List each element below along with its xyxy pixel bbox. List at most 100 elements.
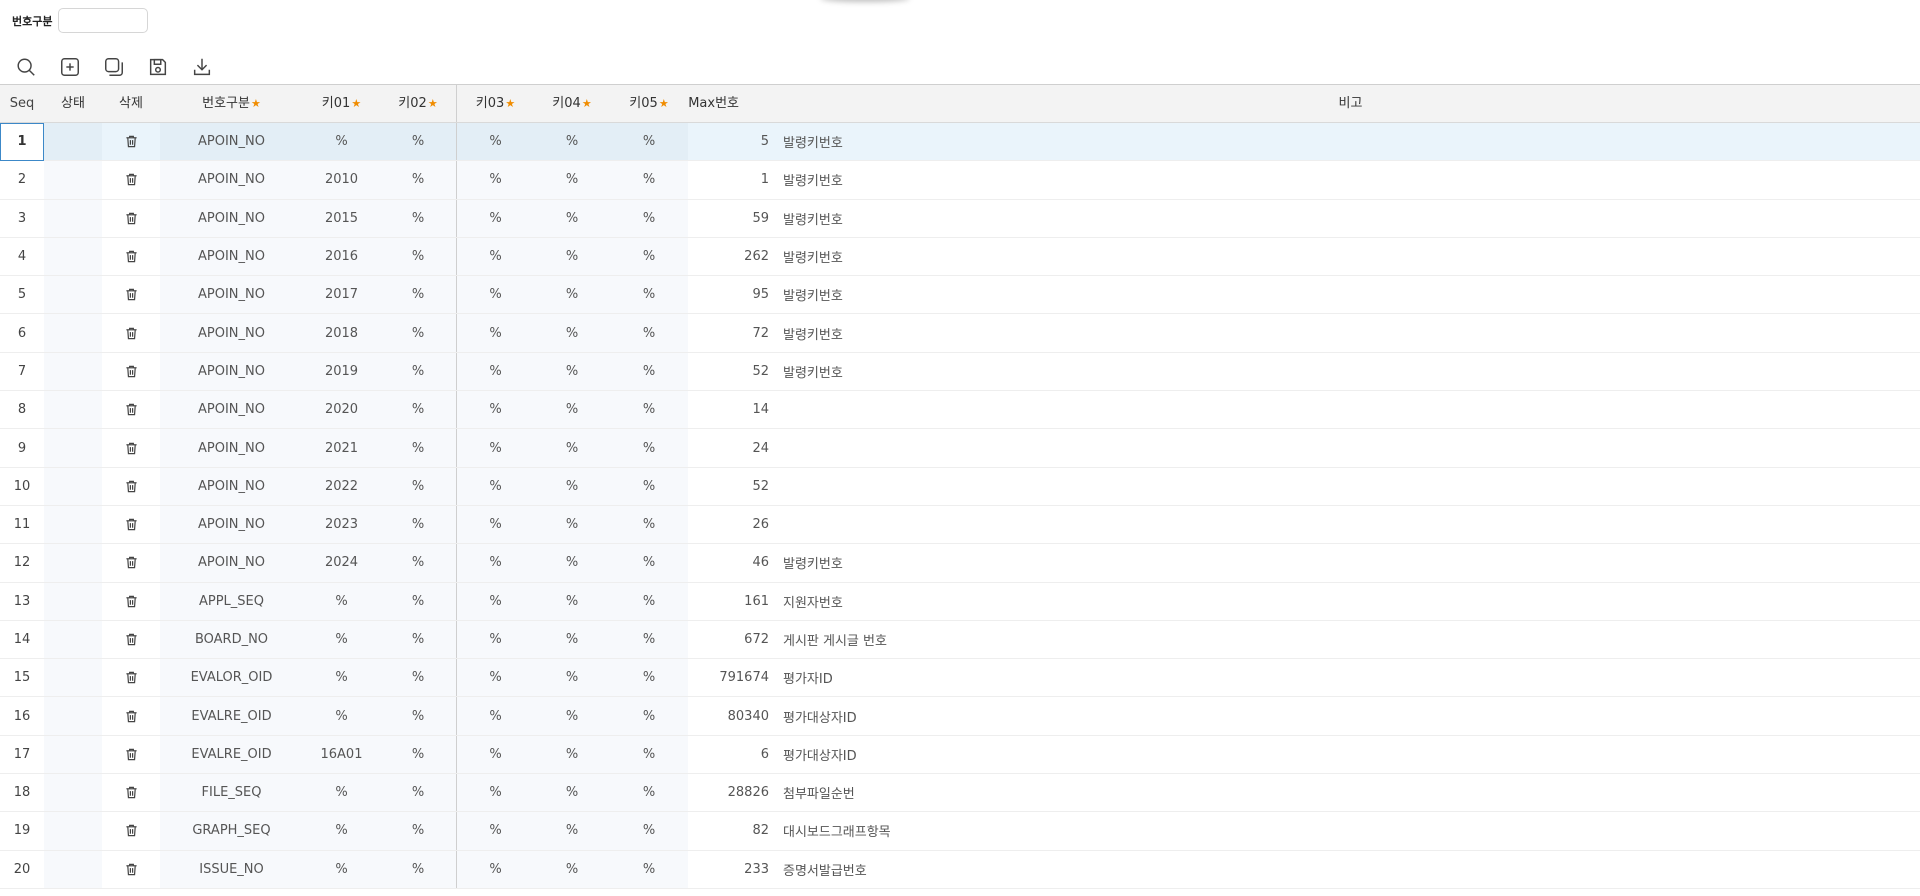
- note-cell[interactable]: 평가자ID: [781, 659, 1918, 696]
- seq-cell[interactable]: 19: [0, 812, 44, 849]
- table-row[interactable]: 3 APOIN_NO 2015 % % % % 59 발령키번호: [0, 199, 1920, 238]
- trash-icon[interactable]: [125, 135, 138, 148]
- seq-cell[interactable]: 12: [0, 544, 44, 581]
- state-cell[interactable]: [44, 123, 102, 161]
- max-number-cell[interactable]: 1: [688, 161, 781, 198]
- number-type-cell[interactable]: APOIN_NO: [160, 161, 303, 199]
- max-number-cell[interactable]: 672: [688, 621, 781, 658]
- key04-cell[interactable]: %: [534, 429, 610, 467]
- table-row[interactable]: 8 APOIN_NO 2020 % % % % 14: [0, 391, 1920, 430]
- column-header-key05[interactable]: 키05★: [610, 85, 688, 122]
- state-cell[interactable]: [44, 161, 102, 199]
- key02-cell[interactable]: %: [380, 123, 457, 161]
- column-header-delete[interactable]: 삭제: [102, 85, 160, 122]
- state-cell[interactable]: [44, 659, 102, 697]
- delete-cell[interactable]: [102, 544, 160, 581]
- max-number-cell[interactable]: 52: [688, 353, 781, 390]
- column-header-number-type[interactable]: 번호구분★: [160, 85, 303, 122]
- trash-icon[interactable]: [125, 710, 138, 723]
- trash-icon[interactable]: [125, 786, 138, 799]
- number-type-cell[interactable]: FILE_SEQ: [160, 774, 303, 812]
- key05-cell[interactable]: %: [610, 620, 688, 659]
- state-cell[interactable]: [44, 620, 102, 659]
- delete-cell[interactable]: [102, 123, 160, 160]
- note-cell[interactable]: 발령키번호: [781, 353, 1918, 390]
- max-number-cell[interactable]: 233: [688, 851, 781, 888]
- key02-cell[interactable]: %: [380, 812, 457, 850]
- trash-icon[interactable]: [125, 288, 138, 301]
- seq-cell[interactable]: 3: [0, 200, 44, 237]
- column-header-max-number[interactable]: Max번호: [688, 85, 781, 122]
- note-cell[interactable]: [781, 506, 1918, 543]
- key01-cell[interactable]: 2018: [303, 314, 380, 352]
- state-cell[interactable]: [44, 352, 102, 391]
- max-number-cell[interactable]: 26: [688, 506, 781, 543]
- trash-icon[interactable]: [125, 518, 138, 531]
- key05-cell[interactable]: %: [610, 582, 688, 620]
- key02-cell[interactable]: %: [380, 735, 457, 774]
- key01-cell[interactable]: %: [303, 582, 380, 620]
- key05-cell[interactable]: %: [610, 237, 688, 276]
- state-cell[interactable]: [44, 505, 102, 544]
- state-cell[interactable]: [44, 467, 102, 505]
- key05-cell[interactable]: %: [610, 161, 688, 199]
- key01-cell[interactable]: 2023: [303, 505, 380, 544]
- max-number-cell[interactable]: 95: [688, 276, 781, 313]
- seq-cell[interactable]: 11: [0, 506, 44, 543]
- note-cell[interactable]: 발령키번호: [781, 314, 1918, 351]
- note-cell[interactable]: 발령키번호: [781, 544, 1918, 581]
- number-type-cell[interactable]: ISSUE_NO: [160, 850, 303, 888]
- delete-cell[interactable]: [102, 659, 160, 696]
- key02-cell[interactable]: %: [380, 429, 457, 467]
- key04-cell[interactable]: %: [534, 352, 610, 391]
- key01-cell[interactable]: 2024: [303, 544, 380, 582]
- note-cell[interactable]: [781, 429, 1918, 466]
- delete-cell[interactable]: [102, 200, 160, 237]
- table-row[interactable]: 11 APOIN_NO 2023 % % % % 26: [0, 505, 1920, 545]
- key05-cell[interactable]: %: [610, 314, 688, 352]
- seq-cell[interactable]: 1: [0, 122, 44, 161]
- state-cell[interactable]: [44, 812, 102, 850]
- key03-cell[interactable]: %: [457, 467, 534, 505]
- key05-cell[interactable]: %: [610, 850, 688, 888]
- table-row[interactable]: 7 APOIN_NO 2019 % % % % 52 발령키번호: [0, 352, 1920, 392]
- trash-icon[interactable]: [125, 403, 138, 416]
- table-row[interactable]: 13 APPL_SEQ % % % % % 161 지원자번호: [0, 582, 1920, 621]
- delete-cell[interactable]: [102, 353, 160, 390]
- column-header-key03[interactable]: 키03★: [457, 85, 534, 122]
- max-number-cell[interactable]: 262: [688, 238, 781, 275]
- key03-cell[interactable]: %: [457, 735, 534, 774]
- trash-icon[interactable]: [125, 250, 138, 263]
- key03-cell[interactable]: %: [457, 697, 534, 735]
- seq-cell[interactable]: 17: [0, 736, 44, 773]
- delete-cell[interactable]: [102, 161, 160, 198]
- key02-cell[interactable]: %: [380, 199, 457, 237]
- trash-icon[interactable]: [125, 327, 138, 340]
- state-cell[interactable]: [44, 391, 102, 429]
- trash-icon[interactable]: [125, 633, 138, 646]
- trash-icon[interactable]: [125, 824, 138, 837]
- delete-cell[interactable]: [102, 506, 160, 543]
- table-row[interactable]: 5 APOIN_NO 2017 % % % % 95 발령키번호: [0, 276, 1920, 315]
- key02-cell[interactable]: %: [380, 544, 457, 582]
- key04-cell[interactable]: %: [534, 314, 610, 352]
- number-type-cell[interactable]: EVALRE_OID: [160, 735, 303, 774]
- key02-cell[interactable]: %: [380, 237, 457, 276]
- key03-cell[interactable]: %: [457, 237, 534, 276]
- number-type-cell[interactable]: APOIN_NO: [160, 429, 303, 467]
- table-row[interactable]: 1 APOIN_NO % % % % % 5 발령키번호: [0, 122, 1920, 162]
- table-row[interactable]: 2 APOIN_NO 2010 % % % % 1 발령키번호: [0, 161, 1920, 200]
- selected-seq-cell[interactable]: 1: [0, 122, 44, 161]
- delete-cell[interactable]: [102, 697, 160, 734]
- seq-cell[interactable]: 9: [0, 429, 44, 466]
- key03-cell[interactable]: %: [457, 429, 534, 467]
- table-row[interactable]: 14 BOARD_NO % % % % % 672 게시판 게시글 번호: [0, 620, 1920, 660]
- download-button[interactable]: [190, 55, 214, 79]
- key03-cell[interactable]: %: [457, 774, 534, 812]
- key05-cell[interactable]: %: [610, 391, 688, 429]
- key04-cell[interactable]: %: [534, 812, 610, 850]
- note-cell[interactable]: 평가대상자ID: [781, 697, 1918, 734]
- max-number-cell[interactable]: 791674: [688, 659, 781, 696]
- delete-cell[interactable]: [102, 468, 160, 505]
- delete-cell[interactable]: [102, 583, 160, 620]
